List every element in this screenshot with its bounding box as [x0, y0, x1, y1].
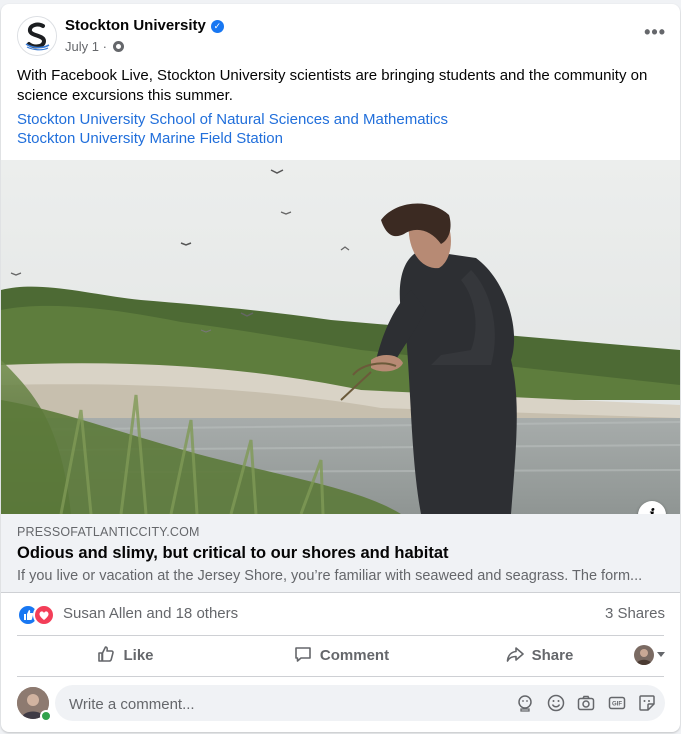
post-date[interactable]: July 1: [65, 39, 99, 54]
shoreline-photo-illustration: [1, 160, 680, 514]
globe-icon[interactable]: [112, 41, 124, 52]
divider: [17, 635, 664, 636]
sticker-icon[interactable]: [637, 693, 657, 713]
svg-text:GIF: GIF: [612, 702, 622, 708]
emoji-icon[interactable]: [546, 693, 566, 713]
page-name[interactable]: Stockton University: [65, 17, 206, 34]
online-status-dot: [40, 710, 52, 722]
post-text: With Facebook Live, Stockton University …: [17, 67, 648, 104]
like-button[interactable]: Like: [17, 637, 233, 675]
avatar-sticker-icon[interactable]: [515, 693, 535, 713]
camera-icon[interactable]: [576, 693, 596, 713]
post-meta: July 1 ·: [65, 39, 124, 54]
verified-badge-icon: ✓: [210, 20, 224, 33]
post-card: Stockton University ✓ July 1 · ••• With F…: [1, 4, 680, 732]
tag-link-school[interactable]: Stockton University School of Natural Sc…: [17, 111, 448, 128]
meta-separator: ·: [102, 39, 107, 54]
page-avatar[interactable]: [17, 16, 57, 56]
comment-box[interactable]: GIF: [55, 685, 665, 723]
link-title: Odious and slimy, but critical to our sh…: [17, 544, 449, 562]
page-name-row: Stockton University ✓: [65, 17, 224, 34]
like-icon: [98, 646, 115, 662]
comment-label: Comment: [319, 647, 390, 664]
reaction-names[interactable]: Susan Allen and 18 others: [63, 605, 238, 622]
share-label: Share: [531, 647, 574, 664]
divider: [17, 676, 664, 677]
more-options-icon[interactable]: •••: [644, 22, 666, 43]
link-preview[interactable]: PRESSOFATLANTICCITY.COM Odious and slimy…: [1, 514, 680, 593]
comment-tools: GIF: [509, 693, 657, 713]
post-header: Stockton University ✓ July 1 · •••: [1, 4, 680, 60]
post-photo[interactable]: [1, 160, 680, 514]
audience-avatar[interactable]: [634, 645, 654, 665]
link-domain: PRESSOFATLANTICCITY.COM: [17, 525, 200, 539]
share-button[interactable]: Share: [449, 637, 629, 675]
comment-input[interactable]: [67, 685, 511, 723]
like-label: Like: [123, 647, 154, 664]
comment-icon: [295, 647, 311, 662]
link-description: If you live or vacation at the Jersey Sh…: [17, 568, 643, 584]
share-icon: [506, 647, 524, 662]
comment-button[interactable]: Comment: [233, 637, 449, 675]
gif-icon[interactable]: GIF: [607, 693, 627, 713]
stockton-logo-icon: [18, 17, 56, 55]
shares-count[interactable]: 3 Shares: [605, 605, 665, 622]
love-reaction-icon: [33, 604, 55, 626]
tag-link-field-station[interactable]: Stockton University Marine Field Station: [17, 130, 283, 147]
chevron-down-icon[interactable]: [657, 652, 665, 657]
